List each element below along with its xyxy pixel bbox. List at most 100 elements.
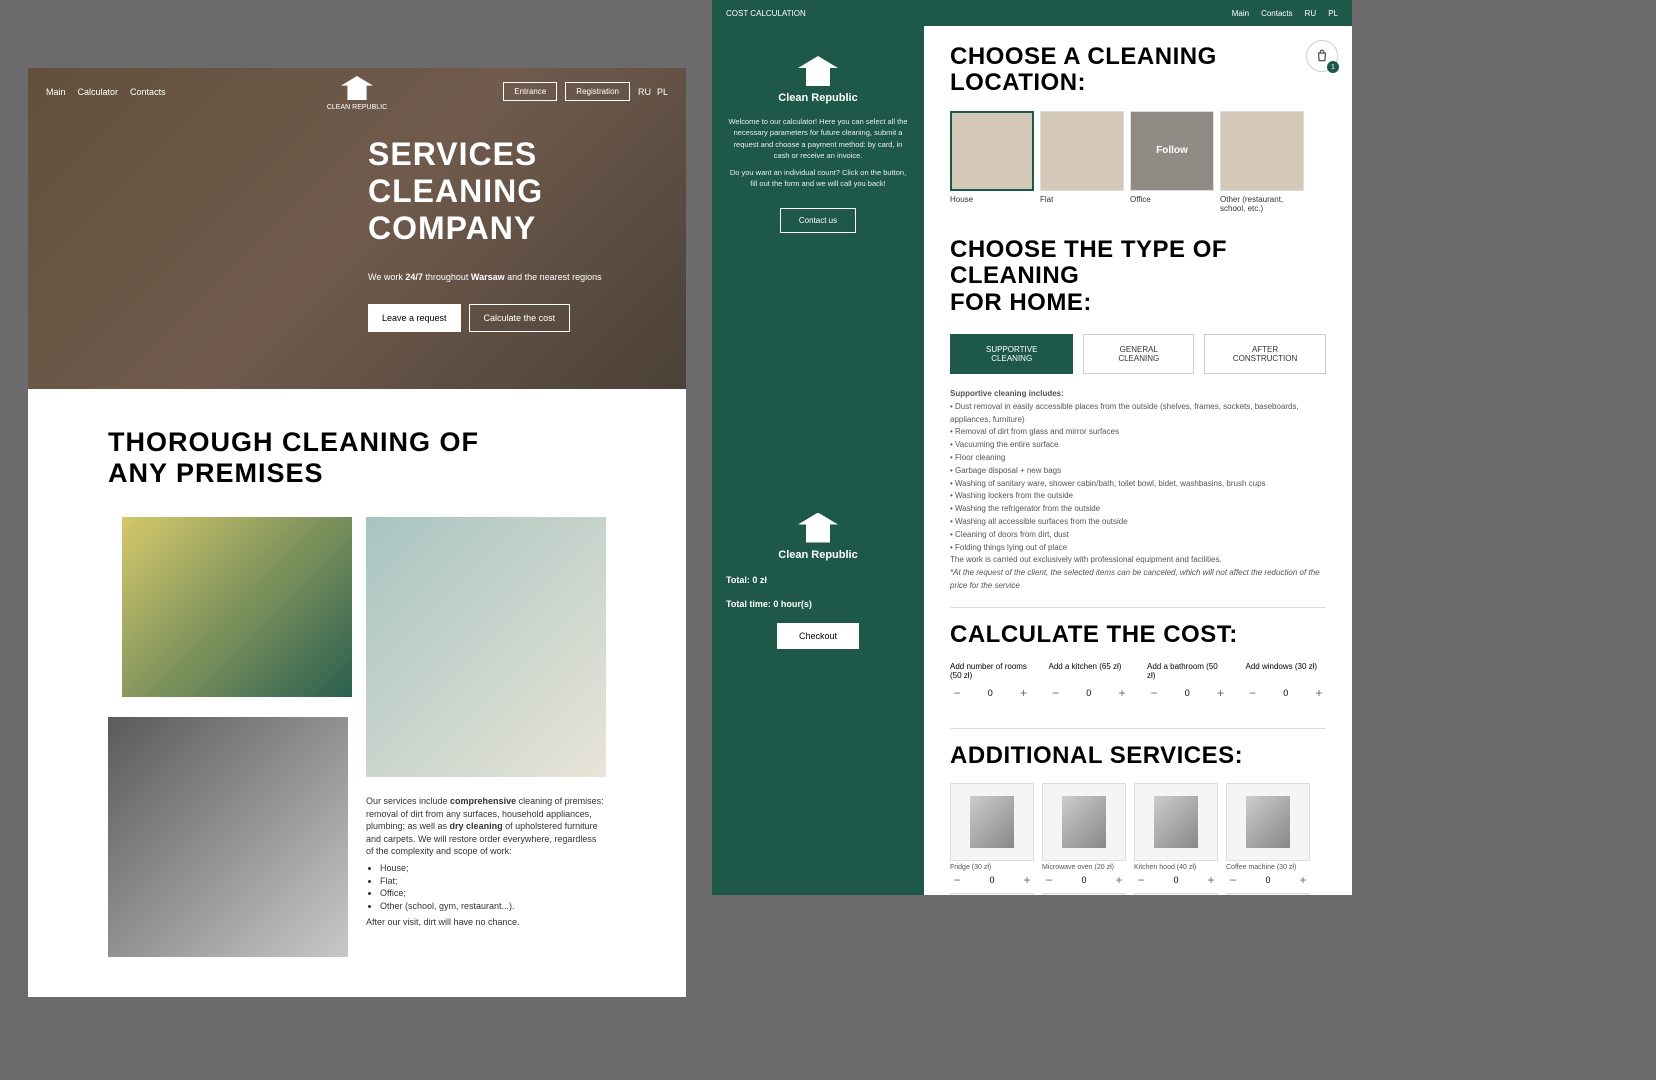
lang-pl[interactable]: PL bbox=[657, 87, 668, 97]
increment-button[interactable]: + bbox=[1296, 873, 1310, 887]
service-image[interactable] bbox=[1226, 783, 1310, 861]
checkout-button[interactable]: Checkout bbox=[777, 623, 859, 649]
sidebar: Clean Republic Welcome to our calculator… bbox=[712, 0, 924, 895]
location-option[interactable]: Office bbox=[1130, 111, 1214, 213]
location-label: Flat bbox=[1040, 195, 1124, 204]
nav-contacts[interactable]: Contacts bbox=[130, 87, 166, 97]
hero-nav: Main Calculator Contacts CLEAN REPUBLIC … bbox=[46, 82, 668, 101]
decrement-button[interactable]: − bbox=[1226, 873, 1240, 887]
list-item: Office; bbox=[380, 887, 606, 900]
topbar-main[interactable]: Main bbox=[1232, 9, 1249, 18]
tab-after-construction[interactable]: AFTER CONSTRUCTION bbox=[1204, 334, 1326, 374]
service-image[interactable] bbox=[950, 893, 1034, 895]
decrement-button[interactable]: − bbox=[1147, 686, 1161, 700]
lang-ru[interactable]: RU bbox=[638, 87, 651, 97]
location-option[interactable]: Other (restaurant, school, etc.) bbox=[1220, 111, 1304, 213]
list-item: Other (school, gym, restaurant...). bbox=[380, 900, 606, 913]
service-label: Kitchen hood (40 zł) bbox=[1134, 864, 1218, 871]
hero-section: Main Calculator Contacts CLEAN REPUBLIC … bbox=[28, 68, 686, 389]
counter-label: Add a kitchen (65 zł) bbox=[1049, 662, 1130, 682]
brand-logo: CLEAN REPUBLIC bbox=[327, 76, 387, 111]
cart-button[interactable]: 1 bbox=[1306, 40, 1338, 72]
tab-general[interactable]: GENERAL CLEANING bbox=[1083, 334, 1194, 374]
decrement-button[interactable]: − bbox=[950, 873, 964, 887]
topbar: COST CALCULATION Main Contacts RU PL bbox=[712, 0, 1352, 26]
service-image[interactable] bbox=[1042, 893, 1126, 895]
cleaning-description: Supportive cleaning includes: • Dust rem… bbox=[950, 388, 1326, 593]
counter-label: Add number of rooms (50 zł) bbox=[950, 662, 1031, 682]
house-icon bbox=[798, 513, 838, 543]
decrement-button[interactable]: − bbox=[950, 686, 964, 700]
service-image[interactable] bbox=[1134, 783, 1218, 861]
topbar-title: COST CALCULATION bbox=[726, 9, 806, 18]
total-time: Total time: 0 hour(s) bbox=[726, 599, 910, 609]
calculate-heading: CALCULATE THE COST: bbox=[950, 622, 1326, 648]
services-heading: ADDITIONAL SERVICES: bbox=[950, 743, 1326, 769]
counter-label: Add a bathroom (50 zł) bbox=[1147, 662, 1228, 682]
counter: Add a kitchen (65 zł)−0+ bbox=[1049, 662, 1130, 700]
cleaning-image-3 bbox=[108, 717, 348, 957]
service-value: 0 bbox=[1265, 875, 1270, 885]
service-image[interactable] bbox=[950, 783, 1034, 861]
service-image[interactable] bbox=[1042, 783, 1126, 861]
location-option[interactable]: Flat bbox=[1040, 111, 1124, 213]
increment-button[interactable]: + bbox=[1112, 873, 1126, 887]
location-label: Office bbox=[1130, 195, 1214, 204]
decrement-button[interactable]: − bbox=[1246, 686, 1260, 700]
service-value: 0 bbox=[1081, 875, 1086, 885]
hero-subtitle: We work 24/7 throughout Warsaw and the n… bbox=[368, 272, 602, 282]
lang-pl[interactable]: PL bbox=[1328, 9, 1338, 18]
registration-button[interactable]: Registration bbox=[565, 82, 630, 101]
section-description: Our services include comprehensive clean… bbox=[366, 795, 606, 929]
sidebar-brand-2: Clean Republic bbox=[726, 549, 910, 561]
type-heading: CHOOSE THE TYPE OF CLEANING FOR HOME: bbox=[950, 237, 1326, 316]
service-image[interactable] bbox=[1226, 893, 1310, 895]
service-value: 0 bbox=[1173, 875, 1178, 885]
list-item: Flat; bbox=[380, 875, 606, 888]
increment-button[interactable]: + bbox=[1213, 686, 1227, 700]
location-label: House bbox=[950, 195, 1034, 204]
location-option[interactable]: House bbox=[950, 111, 1034, 213]
section-title: THOROUGH CLEANING OF ANY PREMISES bbox=[108, 427, 606, 489]
main-content: 1 CHOOSE A CLEANING LOCATION: HouseFlatO… bbox=[924, 0, 1352, 895]
landing-page: Main Calculator Contacts CLEAN REPUBLIC … bbox=[28, 68, 686, 997]
counter-value: 0 bbox=[1185, 688, 1190, 698]
increment-button[interactable]: + bbox=[1312, 686, 1326, 700]
lang-ru[interactable]: RU bbox=[1305, 9, 1317, 18]
decrement-button[interactable]: − bbox=[1042, 873, 1056, 887]
sidebar-brand: Clean Republic bbox=[726, 92, 910, 104]
bag-icon bbox=[1315, 49, 1329, 63]
leave-request-button[interactable]: Leave a request bbox=[368, 304, 461, 332]
cleaning-image-1 bbox=[122, 517, 352, 697]
service-label: Microwave oven (20 zł) bbox=[1042, 864, 1126, 871]
increment-button[interactable]: + bbox=[1115, 686, 1129, 700]
calculator-page: COST CALCULATION Main Contacts RU PL Cle… bbox=[712, 0, 1352, 895]
contact-us-button[interactable]: Contact us bbox=[780, 208, 856, 233]
decrement-button[interactable]: − bbox=[1049, 686, 1063, 700]
counter-label: Add windows (30 zł) bbox=[1246, 662, 1327, 682]
nav-main[interactable]: Main bbox=[46, 87, 66, 97]
total-cost: Total: 0 zł bbox=[726, 575, 910, 585]
calculate-cost-button[interactable]: Calculate the cost bbox=[469, 304, 571, 332]
list-item: House; bbox=[380, 862, 606, 875]
increment-button[interactable]: + bbox=[1016, 686, 1030, 700]
increment-button[interactable]: + bbox=[1020, 873, 1034, 887]
topbar-contacts[interactable]: Contacts bbox=[1261, 9, 1293, 18]
service-image[interactable] bbox=[1134, 893, 1218, 895]
decrement-button[interactable]: − bbox=[1134, 873, 1148, 887]
location-label: Other (restaurant, school, etc.) bbox=[1220, 195, 1304, 213]
service-label: Fridge (30 zł) bbox=[950, 864, 1034, 871]
premises-section: THOROUGH CLEANING OF ANY PREMISES Our se… bbox=[28, 389, 686, 997]
sidebar-welcome2: Do you want an individual count? Click o… bbox=[726, 167, 910, 190]
service-item: Microwave oven (20 zł) − 0 + bbox=[1042, 783, 1126, 887]
house-icon bbox=[341, 76, 373, 100]
service-value: 0 bbox=[989, 875, 994, 885]
nav-calculator[interactable]: Calculator bbox=[78, 87, 119, 97]
tab-supportive[interactable]: SUPPORTIVE CLEANING bbox=[950, 334, 1073, 374]
hero-title: SERVICES CLEANING COMPANY bbox=[368, 136, 602, 246]
counter: Add windows (30 zł)−0+ bbox=[1246, 662, 1327, 700]
service-item: Fridge (30 zł) − 0 + bbox=[950, 783, 1034, 887]
counter: Add a bathroom (50 zł) − 0 + bbox=[1147, 662, 1228, 700]
entrance-button[interactable]: Entrance bbox=[503, 82, 557, 101]
increment-button[interactable]: + bbox=[1204, 873, 1218, 887]
